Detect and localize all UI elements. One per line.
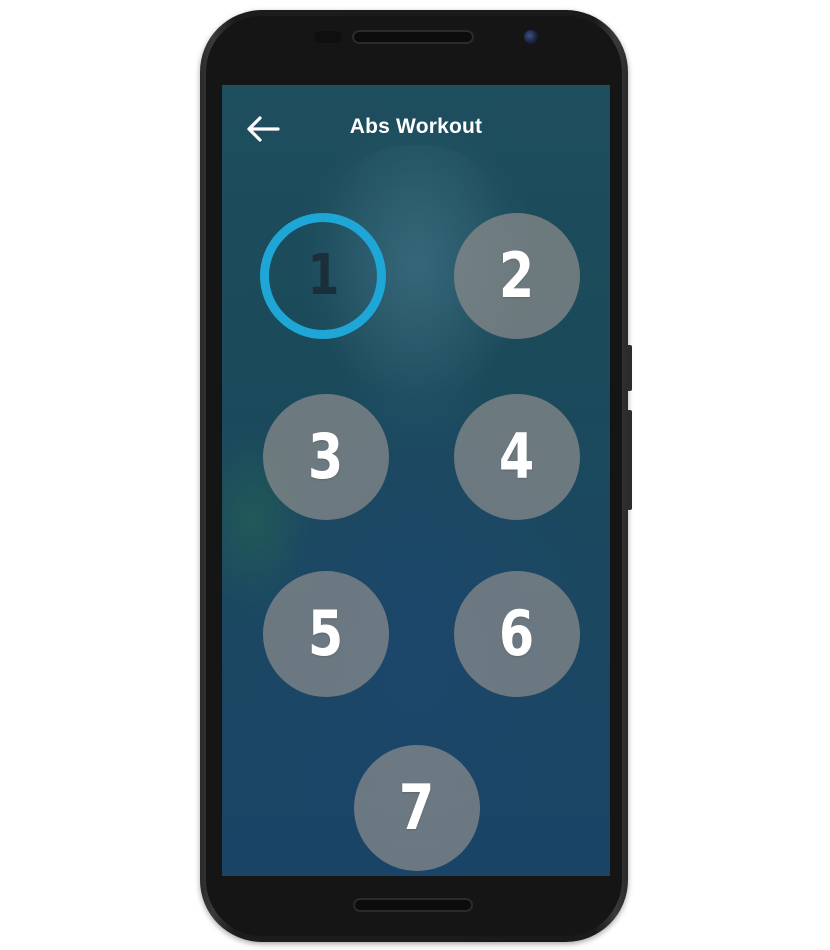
- day-number: 7: [399, 771, 435, 844]
- day-number: 4: [499, 420, 535, 493]
- earpiece-speaker: [352, 30, 474, 44]
- day-number: 5: [308, 597, 344, 670]
- day-button-7[interactable]: 7: [354, 745, 480, 871]
- bottom-speaker: [353, 898, 473, 912]
- day-number: 3: [308, 420, 344, 493]
- day-button-6[interactable]: 6: [454, 571, 580, 697]
- day-number: 6: [499, 597, 535, 670]
- power-button: [627, 345, 632, 391]
- day-button-1[interactable]: 1: [260, 213, 386, 339]
- page-title: Abs Workout: [349, 115, 483, 138]
- proximity-sensor: [314, 31, 342, 43]
- day-button-4[interactable]: 4: [454, 394, 580, 520]
- front-camera: [524, 30, 538, 44]
- day-button-5[interactable]: 5: [263, 571, 389, 697]
- day-button-2[interactable]: 2: [454, 213, 580, 339]
- day-button-3[interactable]: 3: [263, 394, 389, 520]
- app-screen: Abs Workout 1 2 3 4 5 6 7: [222, 85, 610, 876]
- day-number: 2: [499, 239, 535, 312]
- app-header: Abs Workout: [222, 85, 610, 175]
- day-number: 1: [307, 243, 339, 308]
- volume-button: [627, 410, 632, 510]
- phone-frame: Abs Workout 1 2 3 4 5 6 7: [200, 10, 632, 942]
